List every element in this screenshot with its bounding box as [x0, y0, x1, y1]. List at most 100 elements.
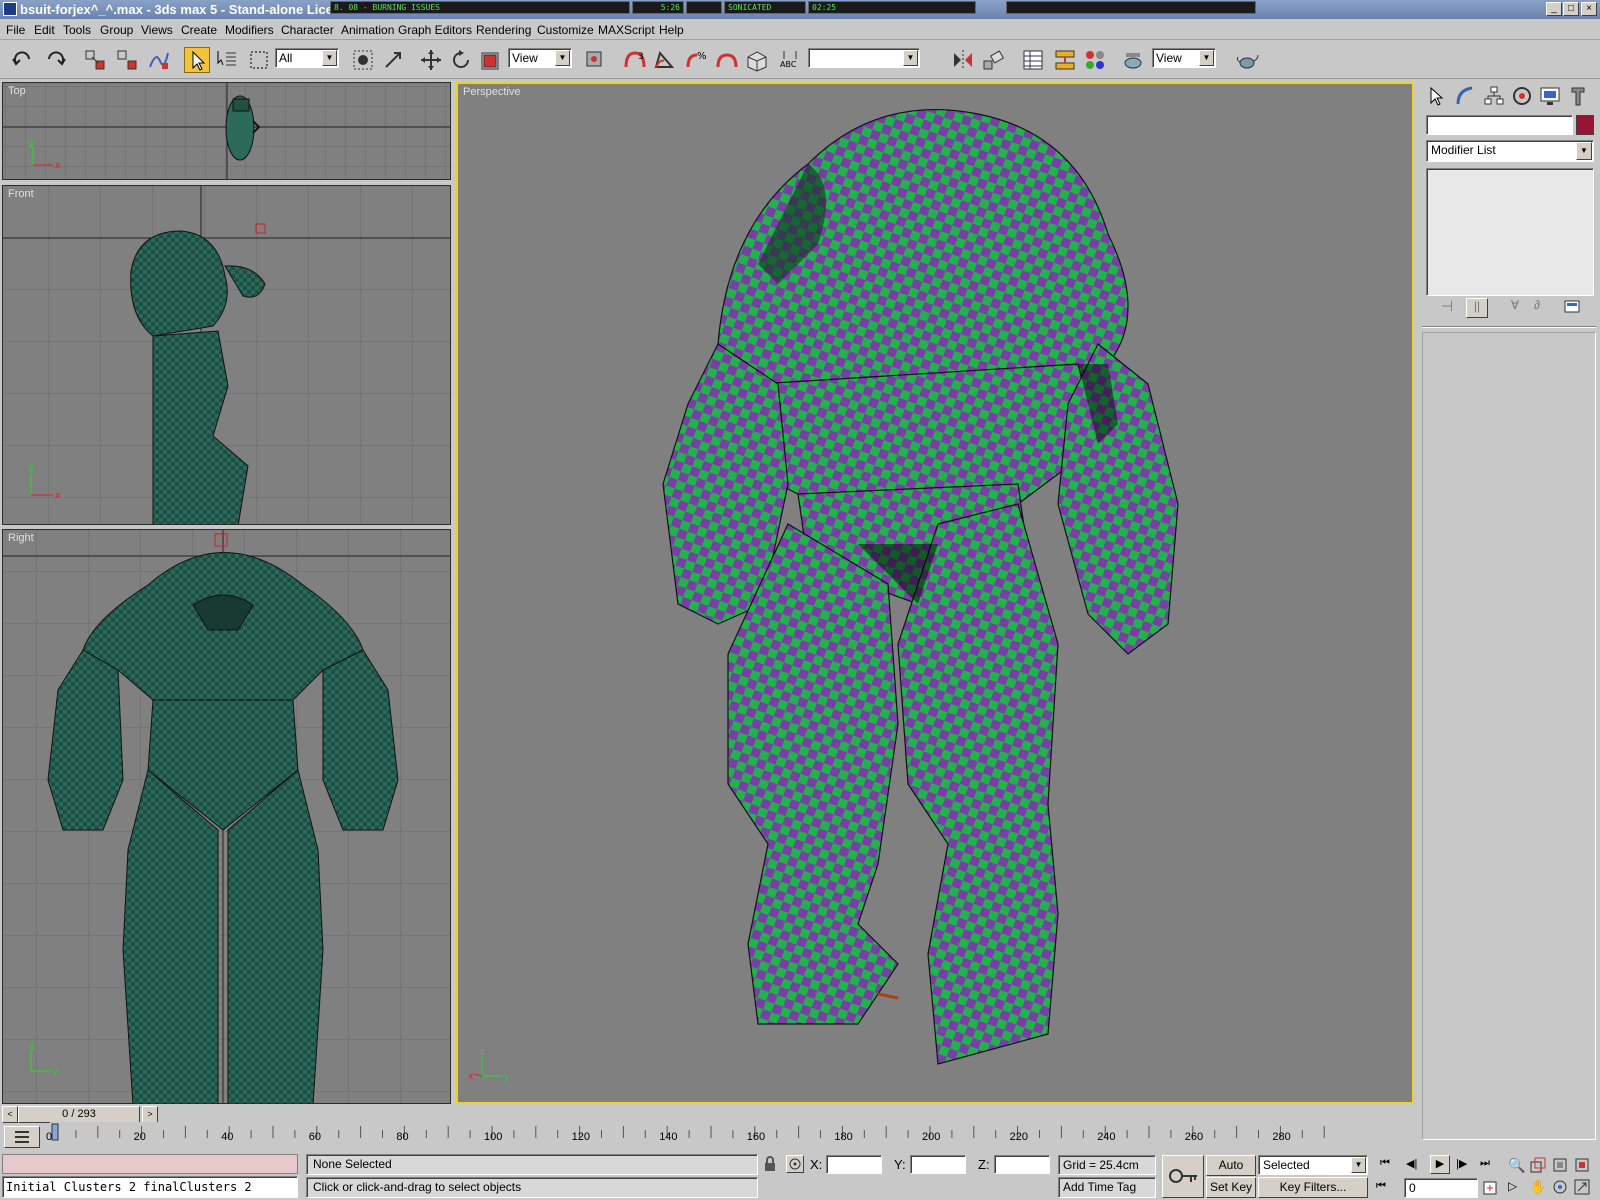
- angle-snap-icon[interactable]: [652, 47, 678, 73]
- selection-filter-dropdown[interactable]: All ▼: [275, 48, 339, 68]
- set-key-button[interactable]: Set Key: [1206, 1177, 1256, 1198]
- current-frame-marker[interactable]: [51, 1123, 59, 1141]
- key-mode-toggle-icon[interactable]: ⏮: [1376, 1180, 1396, 1196]
- time-configuration-icon[interactable]: [1482, 1180, 1498, 1196]
- named-selection-icon[interactable]: ABC: [778, 47, 804, 73]
- field-of-view-icon[interactable]: ▷: [1508, 1179, 1517, 1193]
- menu-character[interactable]: Character: [281, 23, 334, 37]
- select-and-scale-icon[interactable]: [478, 47, 504, 73]
- menu-tools[interactable]: Tools: [63, 23, 91, 37]
- spinner-snap-icon[interactable]: [714, 47, 740, 73]
- named-selection-set-dropdown[interactable]: ▼: [808, 48, 920, 68]
- app-icon[interactable]: [3, 2, 17, 16]
- key-filters-button[interactable]: Key Filters...: [1258, 1177, 1368, 1198]
- zoom-all-icon[interactable]: [1530, 1157, 1546, 1173]
- time-slider-prev-button[interactable]: <: [2, 1106, 18, 1123]
- schematic-view-icon[interactable]: [1052, 47, 1078, 73]
- menu-group[interactable]: Group: [100, 23, 133, 37]
- hierarchy-tab-icon[interactable]: [1482, 84, 1506, 108]
- minimize-button[interactable]: _: [1546, 2, 1562, 16]
- make-unique-icon[interactable]: ∀: [1506, 298, 1524, 316]
- select-object-icon[interactable]: [184, 47, 210, 73]
- zoom-icon[interactable]: 🔍: [1508, 1157, 1525, 1174]
- utilities-tab-icon[interactable]: [1566, 84, 1590, 108]
- maxscript-listener-mini[interactable]: [2, 1154, 298, 1174]
- time-slider-next-button[interactable]: >: [142, 1106, 158, 1123]
- configure-modifier-sets-icon[interactable]: [1562, 298, 1584, 316]
- go-to-end-icon[interactable]: ⏭: [1480, 1157, 1490, 1170]
- rectangular-selection-icon[interactable]: [246, 47, 272, 73]
- winamp-controls[interactable]: [686, 1, 722, 14]
- show-end-result-icon[interactable]: ||: [1466, 298, 1488, 318]
- viewport-right[interactable]: Right zy: [2, 529, 451, 1104]
- y-coord-field[interactable]: [910, 1155, 966, 1174]
- menu-file[interactable]: File: [6, 23, 25, 37]
- unlink-selection-icon[interactable]: [114, 47, 140, 73]
- window-crossing-icon[interactable]: [350, 47, 376, 73]
- quick-render-teapot-icon[interactable]: [1234, 47, 1260, 73]
- motion-tab-icon[interactable]: [1510, 84, 1534, 108]
- redo-icon[interactable]: [42, 47, 68, 73]
- viewport-front-label[interactable]: Front: [8, 188, 34, 200]
- time-slider-thumb[interactable]: 0 / 293: [18, 1106, 140, 1123]
- render-view-dropdown[interactable]: View ▼: [1152, 48, 1216, 68]
- maximize-viewport-toggle-icon[interactable]: [1574, 1179, 1590, 1195]
- undo-icon[interactable]: [10, 47, 36, 73]
- track-bar[interactable]: [50, 1122, 1414, 1142]
- winamp-seek-bar[interactable]: [1006, 1, 1256, 14]
- open-mini-curve-editor-button[interactable]: [4, 1126, 40, 1148]
- reference-coordinate-dropdown[interactable]: View ▼: [508, 48, 572, 68]
- select-and-rotate-icon[interactable]: [448, 47, 474, 73]
- select-and-move-snap-icon[interactable]: [380, 47, 406, 73]
- z-coord-field[interactable]: [994, 1155, 1050, 1174]
- previous-frame-icon[interactable]: ◀|: [1406, 1157, 1417, 1170]
- render-scene-icon[interactable]: [1120, 47, 1146, 73]
- viewport-perspective[interactable]: Perspective z y x: [456, 82, 1414, 1104]
- zoom-extents-all-icon[interactable]: [1574, 1157, 1590, 1173]
- current-frame-field[interactable]: 0: [1404, 1178, 1478, 1198]
- menu-rendering[interactable]: Rendering: [476, 23, 531, 37]
- material-editor-icon[interactable]: [1082, 47, 1108, 73]
- use-pivot-point-center-icon[interactable]: [582, 47, 608, 73]
- play-icon[interactable]: ▶: [1430, 1155, 1450, 1174]
- select-and-move-icon[interactable]: [418, 47, 444, 73]
- menu-create[interactable]: Create: [181, 23, 217, 37]
- object-name-field[interactable]: [1426, 115, 1573, 135]
- arc-rotate-icon[interactable]: [1552, 1179, 1568, 1195]
- modify-tab-icon[interactable]: [1454, 84, 1478, 108]
- viewport-front[interactable]: Front zx: [2, 185, 451, 525]
- zoom-extents-icon[interactable]: [1552, 1157, 1568, 1173]
- maximize-button[interactable]: □: [1563, 2, 1579, 16]
- maxscript-output[interactable]: Initial Clusters 2 finalClusters 2: [2, 1176, 298, 1198]
- select-and-link-icon[interactable]: [82, 47, 108, 73]
- mirror-icon[interactable]: [950, 47, 976, 73]
- viewport-top-label[interactable]: Top: [8, 85, 26, 97]
- set-key-mode-key-icon[interactable]: [1162, 1155, 1204, 1198]
- align-icon[interactable]: [980, 47, 1006, 73]
- menu-views[interactable]: Views: [141, 23, 173, 37]
- remove-modifier-icon[interactable]: ∂: [1528, 298, 1546, 316]
- rollout-area[interactable]: [1422, 332, 1596, 1140]
- lock-icon[interactable]: [762, 1156, 778, 1172]
- menu-graph-editors[interactable]: Graph Editors: [398, 23, 472, 37]
- close-button[interactable]: ×: [1581, 2, 1597, 16]
- snap-toggle-3d-icon[interactable]: 3: [622, 47, 648, 73]
- select-by-name-icon[interactable]: [214, 47, 240, 73]
- x-coord-field[interactable]: [826, 1155, 882, 1174]
- pan-hand-icon[interactable]: ✋: [1530, 1179, 1546, 1195]
- edit-named-selection-icon[interactable]: [744, 47, 770, 73]
- track-view-icon[interactable]: [1020, 47, 1046, 73]
- menu-maxscript[interactable]: MAXScript: [598, 23, 655, 37]
- menu-animation[interactable]: Animation: [341, 23, 394, 37]
- auto-key-button[interactable]: Auto Key: [1206, 1155, 1256, 1191]
- object-color-swatch[interactable]: [1576, 115, 1594, 135]
- viewport-perspective-label[interactable]: Perspective: [463, 86, 520, 98]
- go-to-start-icon[interactable]: ⏮: [1380, 1157, 1390, 1170]
- menu-edit[interactable]: Edit: [34, 23, 55, 37]
- pin-stack-icon[interactable]: ⊣: [1438, 298, 1456, 316]
- next-frame-icon[interactable]: |▶: [1456, 1157, 1467, 1170]
- key-mode-dropdown[interactable]: Selected ▼: [1258, 1155, 1368, 1175]
- bind-to-space-warp-icon[interactable]: [146, 47, 172, 73]
- menu-customize[interactable]: Customize: [537, 23, 594, 37]
- viewport-right-label[interactable]: Right: [8, 532, 34, 544]
